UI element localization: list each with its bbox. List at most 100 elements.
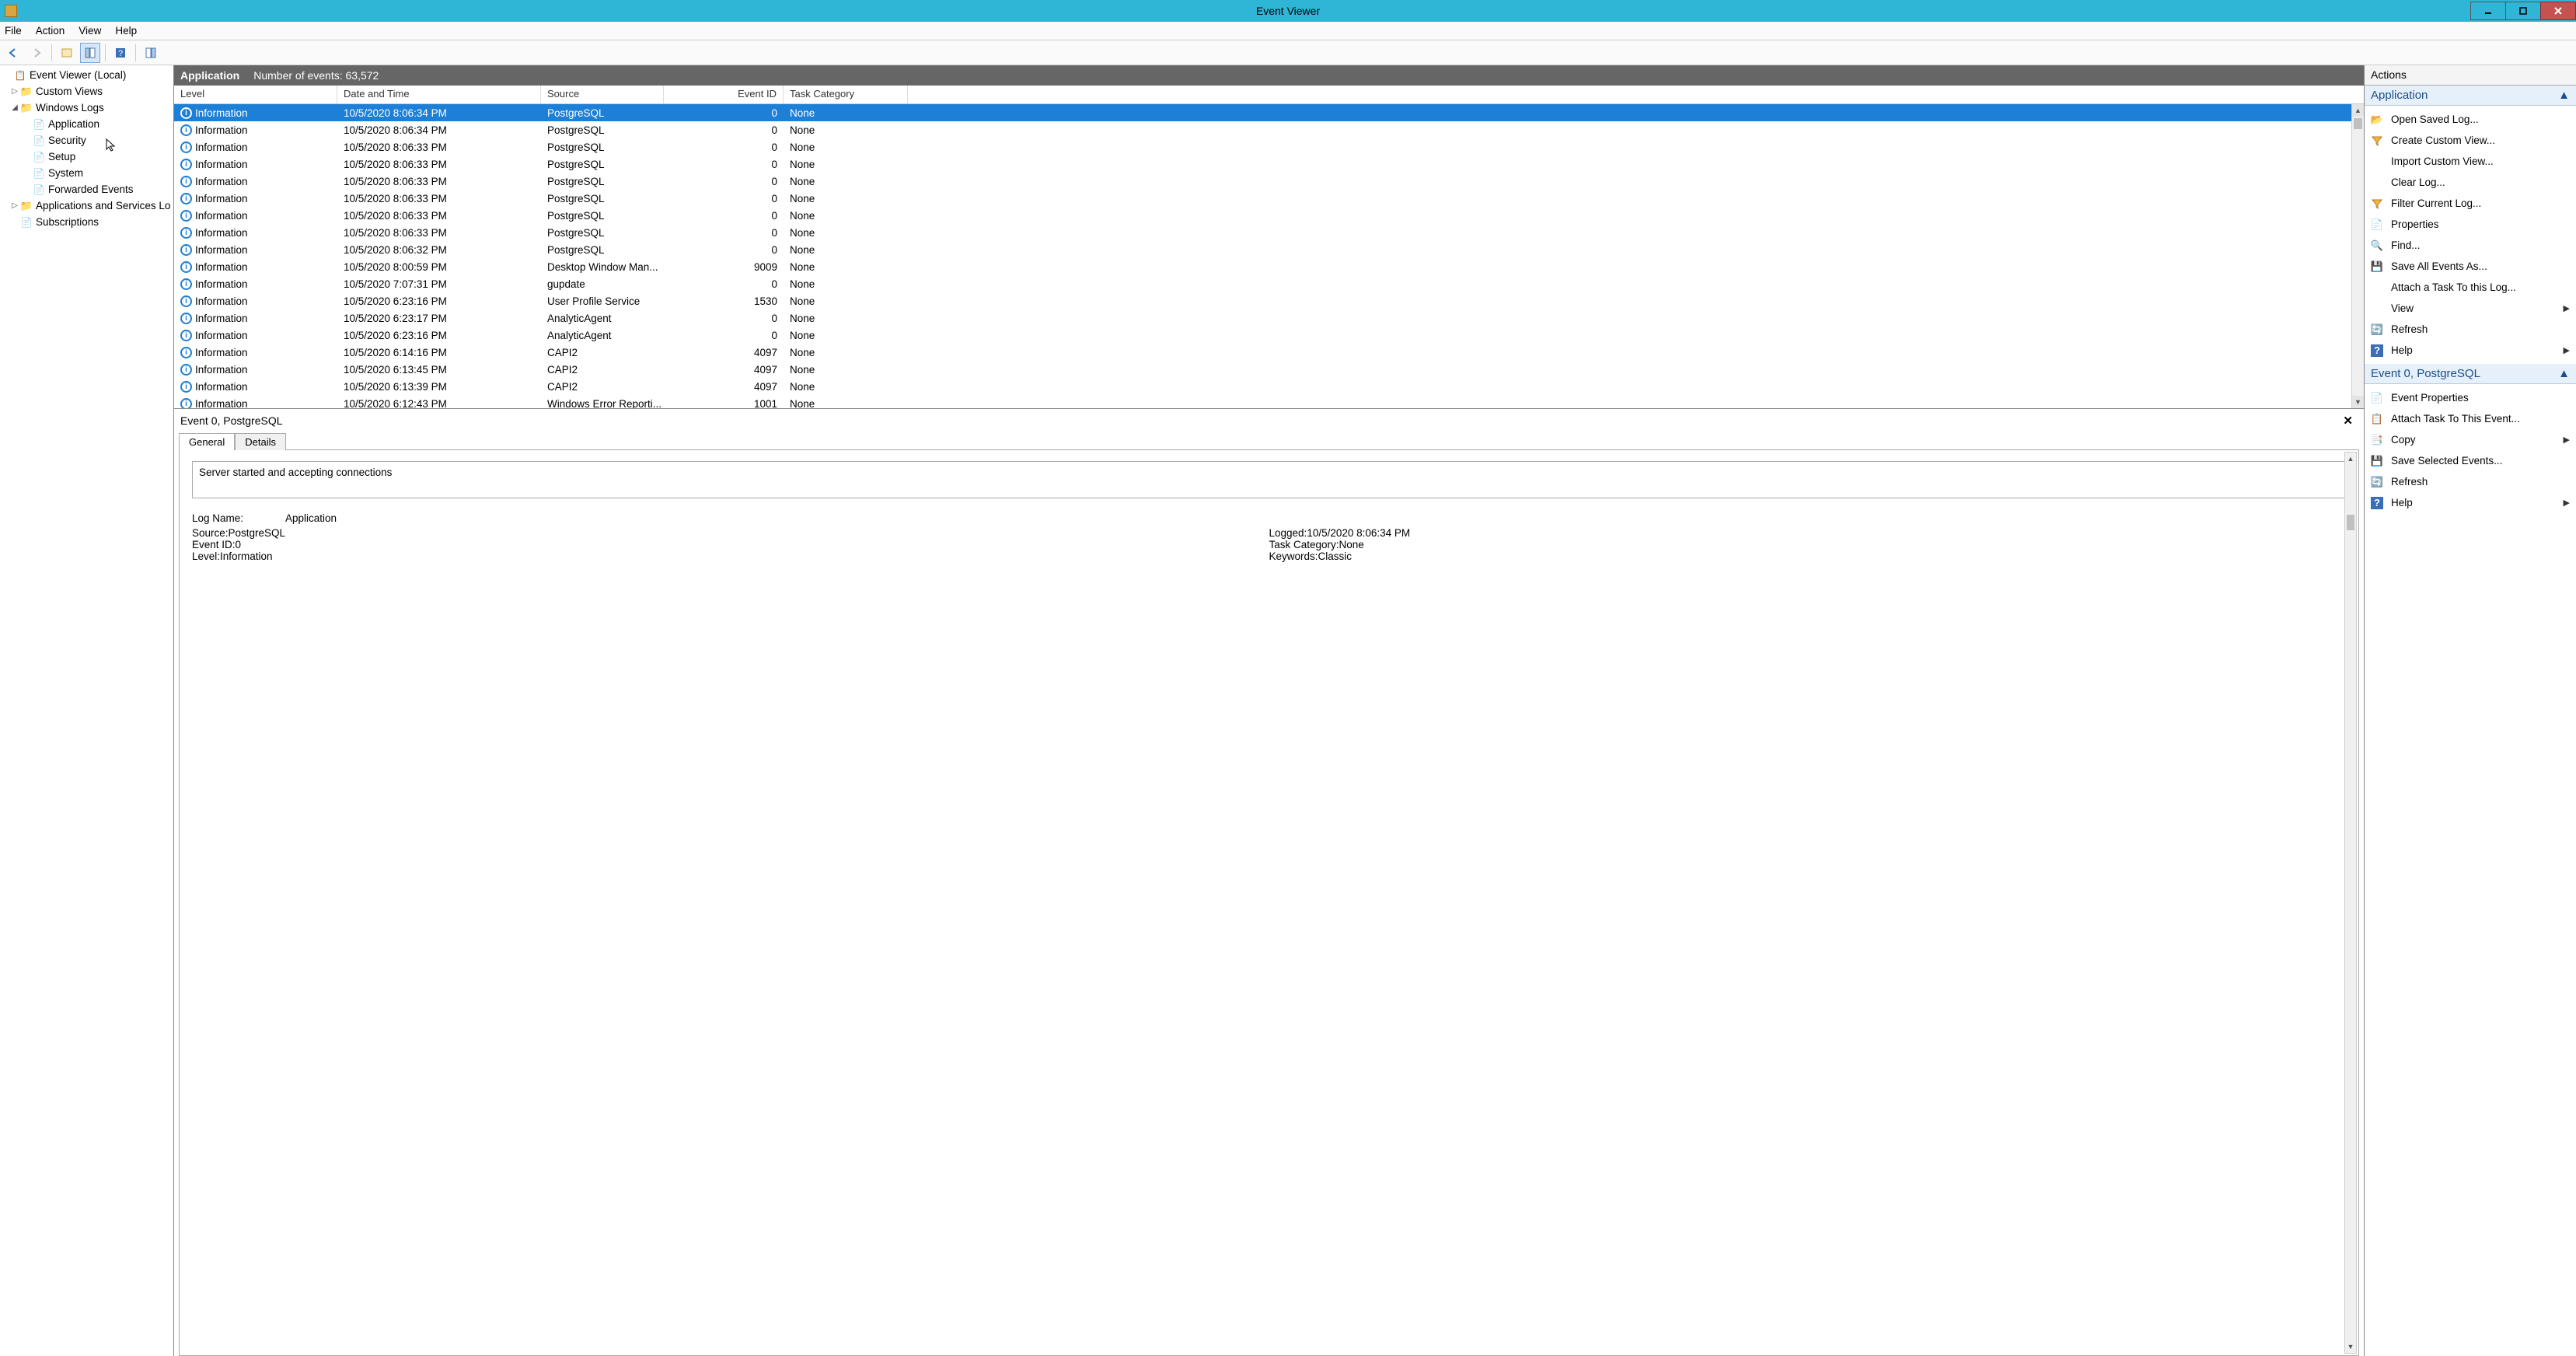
expand-icon[interactable]: ▷ xyxy=(9,201,20,210)
action-item[interactable]: Create Custom View... xyxy=(2365,130,2576,151)
column-source[interactable]: Source xyxy=(541,86,664,103)
action-icon xyxy=(2371,281,2383,294)
action-label: Attach a Task To this Log... xyxy=(2391,281,2516,293)
properties-button[interactable] xyxy=(57,43,77,63)
tree-apps-services[interactable]: ▷ Applications and Services Lo xyxy=(0,197,173,214)
column-date[interactable]: Date and Time xyxy=(337,86,541,103)
scroll-thumb[interactable] xyxy=(2354,118,2362,129)
event-row[interactable]: iInformation10/5/2020 8:06:33 PMPostgreS… xyxy=(174,224,2364,241)
event-row[interactable]: iInformation10/5/2020 6:23:16 PMUser Pro… xyxy=(174,292,2364,309)
event-row[interactable]: iInformation10/5/2020 6:23:17 PMAnalytic… xyxy=(174,309,2364,327)
event-row[interactable]: iInformation10/5/2020 6:12:43 PMWindows … xyxy=(174,395,2364,408)
forward-button[interactable] xyxy=(26,43,47,63)
detail-close-button[interactable]: ✕ xyxy=(2338,414,2358,428)
show-tree-button[interactable] xyxy=(80,43,100,63)
scroll-down-icon[interactable]: ▼ xyxy=(2345,1340,2356,1353)
help-button[interactable]: ? xyxy=(110,43,131,63)
scroll-thumb[interactable] xyxy=(2347,515,2354,530)
action-item[interactable]: 📑Copy▶ xyxy=(2365,429,2576,450)
grid-scrollbar[interactable]: ▲ ▼ xyxy=(2351,104,2364,408)
actions-section-application: Application ▲ xyxy=(2365,86,2576,106)
tree-forwarded-events[interactable]: Forwarded Events xyxy=(0,181,173,197)
action-item[interactable]: 📋Attach Task To This Event... xyxy=(2365,408,2576,429)
tree-system[interactable]: System xyxy=(0,165,173,181)
action-item[interactable]: 🔄Refresh xyxy=(2365,319,2576,340)
action-item[interactable]: Filter Current Log... xyxy=(2365,193,2576,214)
action-item[interactable]: Attach a Task To this Log... xyxy=(2365,277,2576,298)
cell-task: None xyxy=(784,227,908,239)
event-viewer-icon xyxy=(14,69,26,82)
cell-source: PostgreSQL xyxy=(541,142,664,153)
event-row[interactable]: iInformation10/5/2020 8:06:34 PMPostgreS… xyxy=(174,104,2364,121)
show-actions-button[interactable] xyxy=(141,43,161,63)
event-row[interactable]: iInformation10/5/2020 8:06:33 PMPostgreS… xyxy=(174,190,2364,207)
scroll-down-icon[interactable]: ▼ xyxy=(2352,396,2364,408)
collapse-icon[interactable]: ▲ xyxy=(2558,367,2570,380)
action-item[interactable]: 💾Save All Events As... xyxy=(2365,256,2576,277)
column-task[interactable]: Task Category xyxy=(784,86,908,103)
log-icon xyxy=(33,135,45,147)
action-item[interactable]: ?Help▶ xyxy=(2365,340,2576,361)
minimize-button[interactable] xyxy=(2470,2,2506,20)
action-item[interactable]: 📄Event Properties xyxy=(2365,387,2576,408)
action-label: Filter Current Log... xyxy=(2391,197,2481,209)
event-row[interactable]: iInformation10/5/2020 8:06:32 PMPostgreS… xyxy=(174,241,2364,258)
action-label: Save Selected Events... xyxy=(2391,455,2502,467)
cell-task: None xyxy=(784,295,908,307)
menu-file[interactable]: File xyxy=(5,25,22,37)
action-item[interactable]: 📄Properties xyxy=(2365,214,2576,235)
info-icon: i xyxy=(180,142,192,153)
event-row[interactable]: iInformation10/5/2020 8:00:59 PMDesktop … xyxy=(174,258,2364,275)
cell-level: Information xyxy=(195,398,248,409)
scroll-up-icon[interactable]: ▲ xyxy=(2345,453,2356,465)
tree-windows-logs[interactable]: ◢ Windows Logs xyxy=(0,100,173,116)
menu-view[interactable]: View xyxy=(79,25,101,37)
cell-event-id: 4097 xyxy=(664,364,784,376)
info-icon: i xyxy=(180,227,192,239)
action-item[interactable]: Import Custom View... xyxy=(2365,151,2576,172)
action-item[interactable]: 📂Open Saved Log... xyxy=(2365,109,2576,130)
collapse-icon[interactable]: ▲ xyxy=(2558,89,2570,102)
detail-scrollbar[interactable]: ▲ ▼ xyxy=(2344,452,2357,1354)
action-item[interactable]: 🔍Find... xyxy=(2365,235,2576,256)
event-row[interactable]: iInformation10/5/2020 6:23:16 PMAnalytic… xyxy=(174,327,2364,344)
back-button[interactable] xyxy=(3,43,23,63)
action-item[interactable]: 🔄Refresh xyxy=(2365,471,2576,492)
event-row[interactable]: iInformation10/5/2020 6:13:45 PMCAPI2409… xyxy=(174,361,2364,378)
event-row[interactable]: iInformation10/5/2020 8:06:33 PMPostgreS… xyxy=(174,173,2364,190)
menu-action[interactable]: Action xyxy=(36,25,65,37)
event-row[interactable]: iInformation10/5/2020 8:06:33 PMPostgreS… xyxy=(174,207,2364,224)
tree-custom-views[interactable]: ▷ Custom Views xyxy=(0,83,173,100)
tree-application[interactable]: Application xyxy=(0,116,173,132)
tab-general[interactable]: General xyxy=(179,433,235,450)
event-row[interactable]: iInformation10/5/2020 8:06:34 PMPostgreS… xyxy=(174,121,2364,138)
action-icon: 🔄 xyxy=(2371,323,2383,336)
scroll-up-icon[interactable]: ▲ xyxy=(2352,104,2364,117)
maximize-button[interactable] xyxy=(2505,2,2541,20)
tree-setup[interactable]: Setup xyxy=(0,149,173,165)
tree-subscriptions[interactable]: Subscriptions xyxy=(0,214,173,230)
value-event-id: 0 xyxy=(236,539,242,550)
action-item[interactable]: Clear Log... xyxy=(2365,172,2576,193)
event-row[interactable]: iInformation10/5/2020 6:14:16 PMCAPI2409… xyxy=(174,344,2364,361)
menu-help[interactable]: Help xyxy=(115,25,137,37)
event-row[interactable]: iInformation10/5/2020 8:06:33 PMPostgreS… xyxy=(174,138,2364,156)
action-item[interactable]: ?Help▶ xyxy=(2365,492,2576,513)
info-icon: i xyxy=(180,159,192,170)
action-item[interactable]: 💾Save Selected Events... xyxy=(2365,450,2576,471)
column-level[interactable]: Level xyxy=(174,86,337,103)
column-event-id[interactable]: Event ID xyxy=(664,86,784,103)
close-button[interactable] xyxy=(2540,2,2576,20)
event-row[interactable]: iInformation10/5/2020 6:13:39 PMCAPI2409… xyxy=(174,378,2364,395)
tree-security[interactable]: Security xyxy=(0,132,173,149)
event-row[interactable]: iInformation10/5/2020 7:07:31 PMgupdate0… xyxy=(174,275,2364,292)
tree-root[interactable]: Event Viewer (Local) xyxy=(0,67,173,83)
action-item[interactable]: View▶ xyxy=(2365,298,2576,319)
log-title: Application xyxy=(180,69,239,82)
expand-icon[interactable]: ▷ xyxy=(9,87,20,96)
event-row[interactable]: iInformation10/5/2020 8:06:33 PMPostgreS… xyxy=(174,156,2364,173)
log-icon xyxy=(33,183,45,196)
label-source: Source: xyxy=(192,527,229,539)
collapse-icon[interactable]: ◢ xyxy=(9,103,20,112)
tab-details[interactable]: Details xyxy=(235,433,286,450)
